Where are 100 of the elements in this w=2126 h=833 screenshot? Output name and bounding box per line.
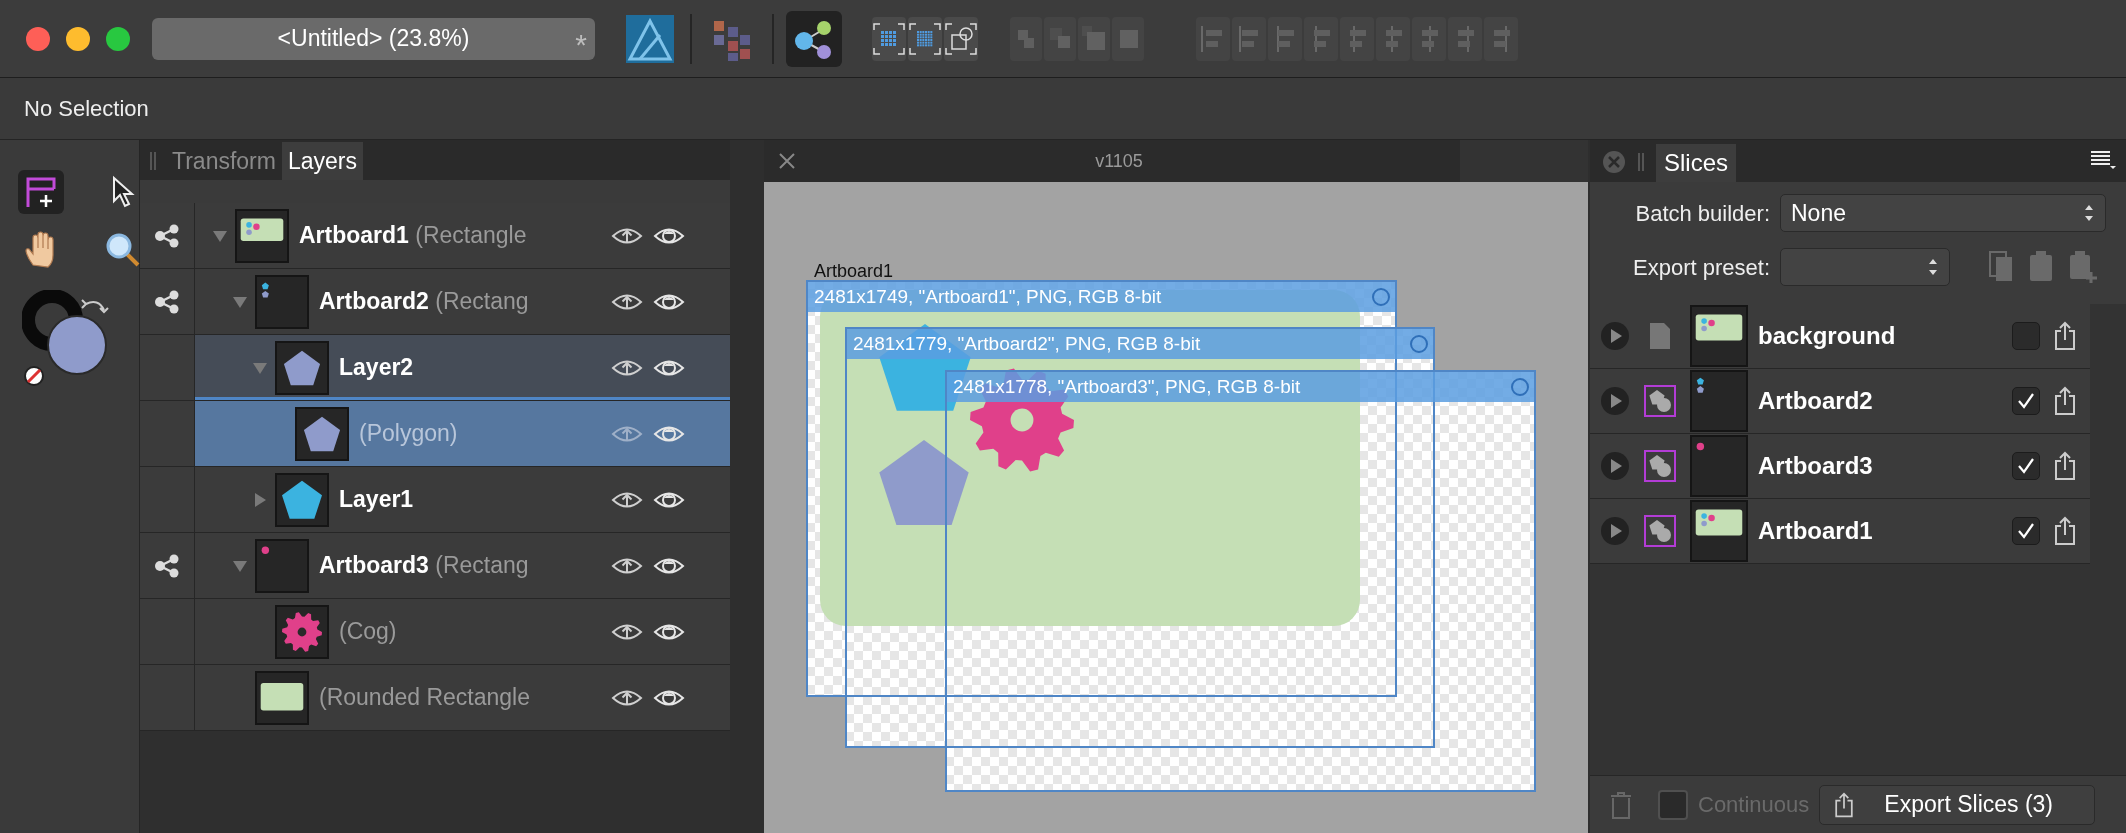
- slice-cell[interactable]: [140, 203, 195, 268]
- panel-tab[interactable]: Layers: [281, 142, 363, 180]
- artboard-label: Artboard1: [814, 260, 894, 283]
- checkbox[interactable]: [2012, 387, 2040, 415]
- disclosure-triangle-icon[interactable]: [253, 491, 267, 508]
- layer-row[interactable]: Artboard1 (Rectangle: [195, 203, 730, 268]
- layer-row[interactable]: (Rounded Rectangle: [195, 665, 730, 730]
- slice-name: Artboard2: [1758, 386, 1873, 416]
- checkbox[interactable]: [2012, 322, 2040, 350]
- field-label: Export preset:: [1632, 253, 1770, 282]
- clipboard-icon[interactable]: [2028, 250, 2054, 282]
- search-icon: [105, 232, 141, 268]
- selection-status: No Selection: [24, 95, 149, 123]
- layer-name: Artboard3 (Rectang: [319, 551, 529, 581]
- slice-label: 2481x1778, "Artboard3", PNG, RGB 8-bit: [953, 374, 1301, 399]
- layer-row[interactable]: Layer2: [195, 335, 730, 400]
- slice-cell[interactable]: [140, 467, 195, 532]
- checkbox[interactable]: [2012, 517, 2040, 545]
- layer-name: Layer1: [339, 485, 414, 515]
- circle-icon: [1510, 377, 1530, 397]
- slice-cell[interactable]: [140, 401, 195, 466]
- slice-cell[interactable]: [140, 269, 195, 334]
- slice-row[interactable]: background: [1590, 304, 2090, 369]
- dropdown[interactable]: None: [1780, 194, 2106, 232]
- export-share-icon[interactable]: [2054, 321, 2076, 351]
- menu-icon[interactable]: [2090, 150, 2116, 170]
- slice-name: background: [1758, 321, 1896, 351]
- disclosure-triangle-icon[interactable]: [232, 558, 248, 573]
- slice-cell[interactable]: [140, 335, 195, 400]
- layer-name: Layer2: [339, 353, 414, 383]
- document-icon: [1649, 322, 1671, 350]
- panel-tab[interactable]: Transform: [166, 142, 282, 180]
- layer-row[interactable]: Artboard3 (Rectang: [195, 533, 730, 598]
- close-button[interactable]: [26, 26, 50, 51]
- play-button-icon[interactable]: [1600, 321, 1630, 351]
- layer-name: (Rounded Rectangle: [319, 683, 530, 713]
- disclosure-triangle-icon[interactable]: [212, 228, 228, 243]
- checkmark-icon: [2016, 392, 2036, 410]
- tool-button[interactable]: [18, 170, 64, 214]
- play-button-icon[interactable]: [1600, 386, 1630, 416]
- export-share-icon[interactable]: [2054, 386, 2076, 416]
- close-icon: [778, 152, 796, 170]
- layer-thumbnail: [255, 670, 309, 725]
- layer-name: Artboard2 (Rectang: [319, 287, 529, 317]
- export-share-icon: [1834, 791, 1855, 818]
- shapes-icon: [1644, 515, 1676, 547]
- layer-name: Artboard1 (Rectangle: [299, 221, 527, 251]
- circle-icon: [1409, 334, 1429, 354]
- play-button-icon[interactable]: [1600, 516, 1630, 546]
- grid-icon: [872, 21, 906, 56]
- slice-name: Artboard3: [1758, 451, 1873, 481]
- window-title: <Untitled> (23.8%): [277, 24, 470, 54]
- checkbox[interactable]: [2012, 452, 2040, 480]
- grid-icon: [908, 21, 942, 56]
- layer-row[interactable]: Artboard2 (Rectang: [195, 269, 730, 334]
- layer-thumbnail: [235, 208, 289, 263]
- field-label: Batch builder:: [1634, 199, 1770, 228]
- panel-grip-icon: [150, 152, 156, 170]
- export-share-icon[interactable]: [2054, 451, 2076, 481]
- slice-name: Artboard1: [1758, 516, 1873, 546]
- shapes-icon: [1644, 450, 1676, 482]
- persona-button[interactable]: [786, 10, 842, 67]
- panel-tab[interactable]: Slices: [1656, 144, 1737, 182]
- modified-mark: *: [575, 26, 587, 63]
- panel-grip-icon: [1638, 153, 1644, 171]
- dropdown-value: None: [1791, 198, 1846, 228]
- slice-cell[interactable]: [140, 533, 195, 598]
- layer-name: (Polygon): [359, 419, 458, 449]
- zoom-button[interactable]: [106, 26, 130, 51]
- slice-row[interactable]: Artboard1: [1590, 499, 2090, 564]
- minimize-button[interactable]: [66, 26, 90, 51]
- grid-button[interactable]: [872, 16, 906, 61]
- layer-thumbnail: [1690, 370, 1748, 432]
- document-tab[interactable]: v1105: [1064, 147, 1174, 175]
- layer-row[interactable]: Layer1: [195, 467, 730, 532]
- layer-thumbnail: [1690, 500, 1748, 562]
- slice-row[interactable]: Artboard2: [1590, 369, 2090, 434]
- close-button[interactable]: [778, 152, 796, 170]
- slice-row[interactable]: Artboard3: [1590, 434, 2090, 499]
- disclosure-triangle-icon[interactable]: [232, 294, 248, 309]
- play-button-icon[interactable]: [1600, 451, 1630, 481]
- frame-icon: [944, 21, 978, 56]
- frame-button[interactable]: [944, 16, 978, 61]
- slice-label: 2481x1779, "Artboard2", PNG, RGB 8-bit: [853, 331, 1201, 356]
- share-icon: [154, 223, 180, 248]
- clipboard-add-icon[interactable]: [2068, 250, 2098, 284]
- circle-icon: [1371, 287, 1391, 307]
- layer-thumbnail: [275, 340, 329, 395]
- export-share-icon[interactable]: [2054, 516, 2076, 546]
- layer-thumbnail: [1690, 435, 1748, 497]
- share-icon: [154, 553, 180, 578]
- layer-thumbnail: [255, 274, 309, 329]
- layer-thumbnail: [275, 472, 329, 527]
- triangle-logo-icon: [626, 14, 674, 63]
- layer-thumbnail: [275, 604, 329, 659]
- shapes-icon: [1644, 385, 1676, 417]
- layer-row[interactable]: (Cog): [195, 599, 730, 664]
- export-slices-button[interactable]: Export Slices (3): [1819, 784, 2096, 825]
- slice-tool-icon: [24, 175, 58, 209]
- grid-button[interactable]: [908, 16, 942, 61]
